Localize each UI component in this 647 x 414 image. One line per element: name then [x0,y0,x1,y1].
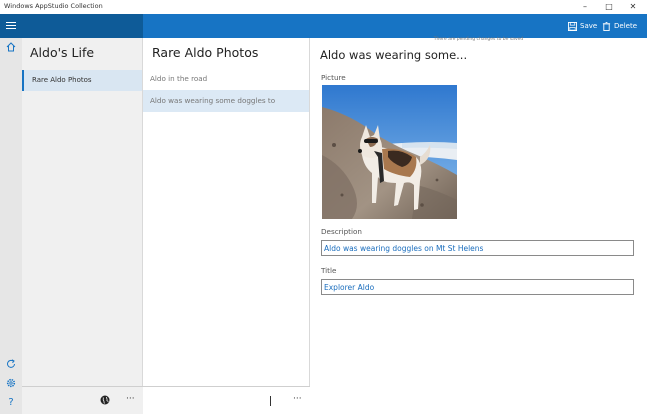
save-label: Save [580,22,598,30]
description-label: Description [321,227,362,236]
picture-label: Picture [321,73,346,82]
list-title: Rare Aldo Photos [152,45,259,60]
title-value: Explorer Aldo [324,283,375,292]
window-title: Windows AppStudio Collection [4,2,103,10]
header-commands-area: Save Delete [143,14,647,38]
minimize-button[interactable]: – [573,0,597,14]
app-header: Save Delete [0,14,647,38]
globe-icon[interactable] [100,395,110,408]
save-icon [568,21,577,31]
items-footer: ··· [143,386,310,414]
window-titlebar: Windows AppStudio Collection – □ ✕ [0,0,647,14]
detail-pane: There are pending changes to be saved Al… [310,37,647,414]
description-input[interactable]: Aldo was wearing doggles on Mt St Helens [321,240,634,256]
list-item-selected[interactable]: Aldo was wearing some doggles to [143,90,309,112]
collection-item-label: Rare Aldo Photos [32,76,92,84]
save-button[interactable]: Save [568,14,597,38]
hamburger-icon[interactable] [6,22,16,30]
close-window-button[interactable]: ✕ [621,0,645,14]
detail-title: Aldo was wearing some... [320,48,468,62]
pending-changes-notice: There are pending changes to be saved [433,37,524,42]
title-label: Title [321,266,337,275]
list-item-label: Aldo was wearing some doggles to [150,96,276,105]
delete-button[interactable]: Delete [602,14,637,38]
maximize-button[interactable]: □ [597,0,621,14]
dog-photo-image [322,85,457,219]
collection-item-selected[interactable]: Rare Aldo Photos [22,70,142,91]
delete-label: Delete [614,22,637,30]
header-collections-area [22,14,143,38]
header-nav-area [0,14,22,38]
trash-icon [602,21,611,31]
help-icon[interactable]: ? [4,395,18,409]
title-input[interactable]: Explorer Aldo [321,279,634,295]
settings-icon[interactable] [4,376,18,390]
text-cursor-icon [270,396,271,406]
more-options-button[interactable]: ··· [293,394,302,404]
refresh-icon[interactable] [4,357,18,371]
nav-strip: ? [0,38,22,414]
collections-title: Aldo's Life [30,45,95,60]
home-icon[interactable] [4,40,18,54]
items-pane: Rare Aldo Photos Aldo in the road Aldo w… [143,38,310,414]
list-item-label: Aldo in the road [150,74,208,83]
dog-photo[interactable] [322,85,457,219]
more-options-button[interactable]: ··· [126,394,135,404]
collections-pane: Aldo's Life Rare Aldo Photos [22,38,143,414]
collections-footer: ··· [22,386,143,414]
list-item[interactable]: Aldo in the road [143,68,309,90]
description-value: Aldo was wearing doggles on Mt St Helens [324,244,484,253]
